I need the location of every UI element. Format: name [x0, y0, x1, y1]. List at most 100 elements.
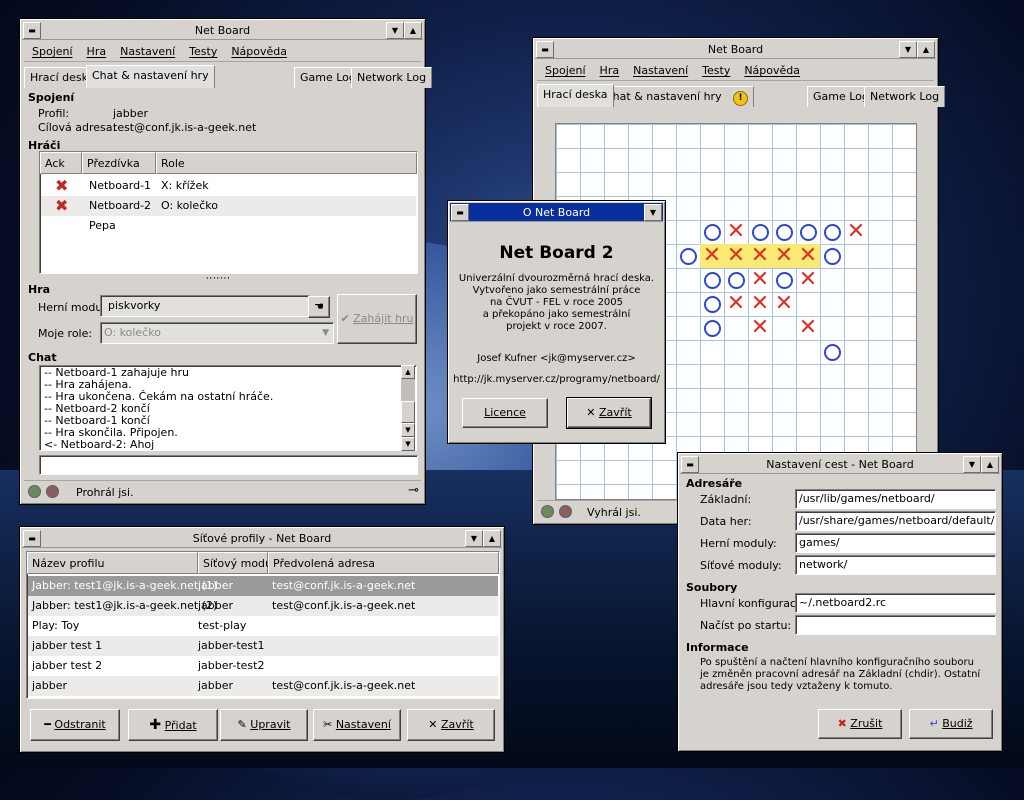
- minimize-button[interactable]: ▼: [963, 456, 981, 473]
- main-window-titlebar[interactable]: ▬ Net Board ▼ ▲: [22, 21, 423, 40]
- cancel-label: Zrušit: [850, 717, 883, 730]
- edit-button[interactable]: ✎ Upravit: [220, 709, 308, 741]
- board-mark-x: ✕: [726, 291, 746, 316]
- close-button[interactable]: ✕ Zavřít: [566, 397, 652, 429]
- status-led-red: [46, 485, 59, 498]
- about-titlebar[interactable]: ▬ O Net Board ▼: [450, 203, 663, 222]
- board-mark-x: ✕: [796, 244, 820, 268]
- settings-button[interactable]: ✂ Nastavení: [313, 709, 401, 741]
- profiles-titlebar[interactable]: ▬ Síťové profily - Net Board ▼ ▲: [22, 529, 502, 548]
- about-url[interactable]: http://jk.myserver.cz/programy/netboard/: [448, 374, 665, 385]
- profiles-table: Název profilu Síťový modul Předvolená ad…: [26, 551, 500, 699]
- load-on-start-field[interactable]: [795, 615, 996, 635]
- column-default-address[interactable]: Předvolená adresa: [268, 552, 499, 574]
- ok-button[interactable]: ↵ Budiž: [909, 709, 993, 739]
- about-desc-line: na ČVUT - FEL v roce 2005: [489, 297, 624, 308]
- role-select[interactable]: O: kolečko ▼: [100, 322, 334, 344]
- menu-game[interactable]: Hra: [87, 45, 107, 58]
- check-icon: ✔: [340, 312, 350, 325]
- menu-connection[interactable]: Spojení: [545, 64, 586, 77]
- column-nick[interactable]: Přezdívka: [82, 152, 156, 174]
- licence-label: Licence: [484, 406, 526, 419]
- main-config-field[interactable]: ~/.netboard2.rc: [795, 593, 996, 613]
- table-row[interactable]: Jabber: test1@jk.is-a-geek.net (1) jabbe…: [28, 576, 498, 596]
- connection-heading: Spojení: [28, 91, 75, 104]
- add-button[interactable]: ✚ Přidat: [128, 709, 218, 741]
- menu-tests[interactable]: Testy: [189, 45, 217, 58]
- start-game-button[interactable]: ✔ Zahájit hru: [337, 294, 417, 344]
- close-label: Zavřít: [441, 718, 474, 731]
- tab-chat-settings[interactable]: Chat & nastavení hry: [86, 65, 215, 88]
- network-modules-field[interactable]: network/: [795, 555, 996, 575]
- scroll-down-icon[interactable]: ▼: [401, 423, 415, 437]
- maximize-button[interactable]: ▲: [917, 41, 935, 58]
- close-button[interactable]: ✕ Zavřít: [407, 709, 495, 741]
- table-row[interactable]: jabber test 2 jabber-test2: [28, 656, 498, 676]
- role-value: O: kolečko: [104, 326, 161, 339]
- table-row[interactable]: ✖ Netboard-2 O: kolečko: [41, 196, 416, 216]
- enter-icon: ↵: [929, 717, 939, 730]
- column-profile-name[interactable]: Název profilu: [27, 552, 198, 574]
- menu-settings[interactable]: Nastavení: [120, 45, 175, 58]
- menu-connection[interactable]: Spojení: [32, 45, 73, 58]
- minimize-button[interactable]: ▼: [465, 530, 483, 547]
- profiles-window: ▬ Síťové profily - Net Board ▼ ▲ Název p…: [19, 526, 505, 753]
- licence-button[interactable]: Licence: [462, 398, 548, 428]
- menu-settings[interactable]: Nastavení: [633, 64, 688, 77]
- maximize-button[interactable]: ▲: [404, 22, 422, 39]
- menu-help[interactable]: Nápověda: [744, 64, 800, 77]
- base-dir-field[interactable]: /usr/lib/games/netboard/: [795, 489, 996, 509]
- scroll-up-icon[interactable]: ▲: [401, 365, 415, 379]
- table-row[interactable]: jabber jabber test@conf.jk.is-a-geek.net: [28, 676, 498, 696]
- module-browse-button[interactable]: ☚: [308, 296, 330, 318]
- game-heading: Hra: [28, 283, 51, 296]
- table-row[interactable]: Pepa: [41, 216, 416, 236]
- menu-game[interactable]: Hra: [600, 64, 620, 77]
- module-field[interactable]: piskvorky: [100, 295, 310, 317]
- maximize-button[interactable]: ▲: [483, 530, 501, 547]
- column-network-module[interactable]: Síťový modul: [198, 552, 275, 574]
- scroll-thumb[interactable]: [401, 401, 415, 423]
- table-row[interactable]: Play: Toy test-play: [28, 616, 498, 636]
- profile-name: Jabber: test1@jk.is-a-geek.net (2): [32, 599, 218, 612]
- close-icon: ✕: [586, 406, 596, 419]
- scroll-down-icon[interactable]: ▼: [401, 437, 415, 451]
- minimize-button[interactable]: ▼: [644, 204, 662, 221]
- profile-value: jabber: [113, 107, 149, 120]
- tab-network-log[interactable]: Network Log: [351, 67, 433, 88]
- menu-tests[interactable]: Testy: [702, 64, 730, 77]
- minimize-button[interactable]: ▼: [899, 41, 917, 58]
- remove-button[interactable]: ━ Odstranit: [30, 709, 120, 741]
- maximize-button[interactable]: ▲: [981, 456, 999, 473]
- menu-help[interactable]: Nápověda: [231, 45, 287, 58]
- tab-chat-settings[interactable]: Chat & nastavení hry !: [599, 86, 755, 107]
- start-game-label: Zahájit hru: [353, 312, 414, 325]
- about-description: Univerzální dvourozměrná hrací deska. Vy…: [448, 273, 665, 333]
- field-label: Načíst po startu:: [700, 619, 792, 632]
- paths-titlebar[interactable]: ▬ Nastavení cest - Net Board ▼ ▲: [680, 455, 1000, 474]
- chat-scrollbar[interactable]: ▲ ▼ ▼: [401, 365, 415, 451]
- minimize-button[interactable]: ▼: [386, 22, 404, 39]
- close-label: Zavřít: [599, 406, 632, 419]
- board-mark-x: ✕: [750, 267, 770, 292]
- data-dir-field[interactable]: /usr/share/games/netboard/default/: [795, 511, 996, 531]
- pane-resize-handle[interactable]: ,,,,,,,: [206, 271, 231, 280]
- board-window-titlebar[interactable]: ▬ Net Board ▼ ▲: [535, 40, 936, 59]
- column-ack[interactable]: Ack: [40, 152, 82, 174]
- cancel-button[interactable]: ✖ Zrušit: [818, 709, 902, 739]
- tab-board[interactable]: Hrací deska: [537, 84, 614, 107]
- chat-input[interactable]: [39, 455, 418, 475]
- chat-log[interactable]: -- Netboard-1 zahajuje hru -- Hra zaháje…: [39, 365, 417, 451]
- game-modules-field[interactable]: games/: [795, 533, 996, 553]
- about-author: Josef Kufner <jk@myserver.cz>: [477, 353, 636, 364]
- tab-network-log[interactable]: Network Log: [864, 86, 946, 107]
- field-label: Hlavní konfigurace:: [700, 597, 807, 610]
- table-row[interactable]: ✖ Netboard-1 X: křížek: [41, 176, 416, 196]
- column-role[interactable]: Role: [156, 152, 417, 174]
- profile-module: jabber: [198, 579, 234, 592]
- profile-address: test@conf.jk.is-a-geek.net: [272, 679, 416, 692]
- table-row[interactable]: jabber test 1 jabber-test1: [28, 636, 498, 656]
- hand-icon: ☚: [314, 300, 324, 313]
- table-row[interactable]: Jabber: test1@jk.is-a-geek.net (2) jabbe…: [28, 596, 498, 616]
- profile-module: jabber: [198, 599, 234, 612]
